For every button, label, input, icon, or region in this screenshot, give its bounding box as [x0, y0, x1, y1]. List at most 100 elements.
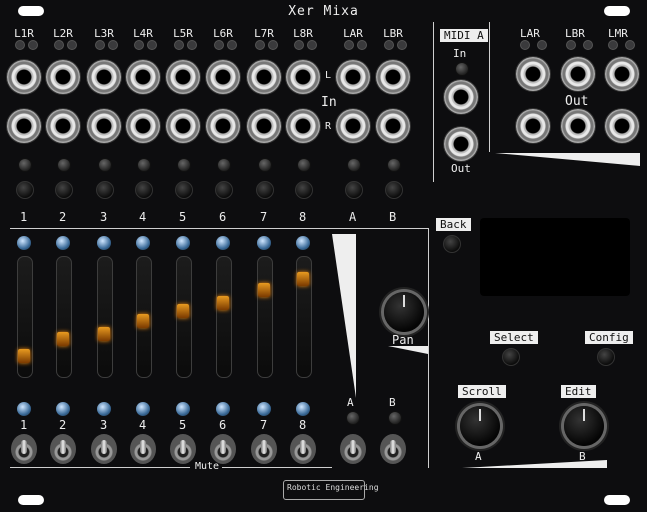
out-jack-m-right[interactable] [605, 109, 639, 143]
mount-slot-bottom-right [604, 495, 630, 505]
channel-button[interactable] [256, 181, 274, 199]
channel-led [387, 158, 401, 172]
input-jack-left[interactable] [166, 60, 200, 94]
edit-knob[interactable] [564, 406, 604, 446]
fader-cap[interactable] [98, 327, 110, 342]
globe-icon [257, 402, 271, 416]
scroll-knob[interactable] [460, 406, 500, 446]
mute-toggle[interactable] [11, 434, 37, 464]
inputs-label: In [321, 95, 337, 110]
input-jack-left[interactable] [286, 60, 320, 94]
input-jack-left[interactable] [247, 60, 281, 94]
channel-button[interactable] [55, 181, 73, 199]
channel-indicator-led [187, 40, 197, 50]
config-button[interactable] [597, 348, 615, 366]
fader-number: 2 [59, 418, 67, 432]
channel-number: 1 [20, 210, 28, 224]
channel-button[interactable] [215, 181, 233, 199]
pan-knob[interactable] [384, 292, 424, 332]
input-jack-right[interactable] [46, 109, 80, 143]
channel-button[interactable] [16, 181, 34, 199]
midi-in-label: In [453, 47, 467, 60]
channel-indicator-led [227, 40, 237, 50]
mute-toggle[interactable] [170, 434, 196, 464]
channel-label: L3R [94, 27, 114, 40]
out-jack-b-left[interactable] [561, 57, 595, 91]
fader-number: 7 [260, 418, 268, 432]
back-button[interactable] [443, 235, 461, 253]
fader-cap[interactable] [258, 282, 270, 297]
channel-fader[interactable] [56, 256, 72, 378]
toggle-lever [350, 440, 356, 454]
out-jack-a-right[interactable] [516, 109, 550, 143]
toggle-lever [60, 440, 66, 454]
input-jack-left[interactable] [376, 60, 410, 94]
divider [10, 228, 428, 229]
input-jack-right[interactable] [206, 109, 240, 143]
fader-cap[interactable] [177, 303, 189, 318]
mute-toggle[interactable] [130, 434, 156, 464]
input-jack-left[interactable] [206, 60, 240, 94]
globe-icon [176, 236, 190, 250]
channel-button[interactable] [385, 181, 403, 199]
globe-icon [56, 402, 70, 416]
input-jack-right[interactable] [247, 109, 281, 143]
channel-fader[interactable] [97, 256, 113, 378]
input-jack-right[interactable] [166, 109, 200, 143]
input-jack-right[interactable] [87, 109, 121, 143]
mute-toggle[interactable] [251, 434, 277, 464]
input-jack-left[interactable] [7, 60, 41, 94]
fader-cap[interactable] [57, 332, 69, 347]
out-jack-a-left[interactable] [516, 57, 550, 91]
input-jack-left[interactable] [46, 60, 80, 94]
mute-toggle[interactable] [340, 434, 366, 464]
select-button[interactable] [502, 348, 520, 366]
channel-number: 5 [179, 210, 187, 224]
channel-label: L6R [213, 27, 233, 40]
fader-cap[interactable] [18, 349, 30, 364]
mute-toggle[interactable] [210, 434, 236, 464]
midi-out-jack[interactable] [444, 127, 478, 161]
fader-cap[interactable] [137, 314, 149, 329]
toggle-lever [390, 440, 396, 454]
divider [489, 22, 490, 152]
out-jack-b-right[interactable] [561, 109, 595, 143]
channel-label: LAR [343, 27, 363, 40]
input-jack-right[interactable] [126, 109, 160, 143]
bus-label-b: B [389, 396, 396, 409]
fader-cap[interactable] [217, 296, 229, 311]
input-jack-right[interactable] [286, 109, 320, 143]
toggle-lever [180, 440, 186, 454]
out-label-lar: LAR [520, 27, 540, 40]
channel-button[interactable] [345, 181, 363, 199]
input-jack-right[interactable] [336, 109, 370, 143]
globe-icon [136, 236, 150, 250]
out-led [625, 40, 635, 50]
input-jack-left[interactable] [126, 60, 160, 94]
globe-icon [17, 402, 31, 416]
channel-button[interactable] [96, 181, 114, 199]
divider [222, 467, 332, 468]
mute-toggle[interactable] [290, 434, 316, 464]
bus-led-b [388, 411, 402, 425]
channel-fader[interactable] [216, 256, 232, 378]
globe-icon [296, 402, 310, 416]
mute-toggle[interactable] [91, 434, 117, 464]
mute-toggle[interactable] [380, 434, 406, 464]
channel-button[interactable] [135, 181, 153, 199]
channel-button[interactable] [175, 181, 193, 199]
mute-toggle[interactable] [50, 434, 76, 464]
channel-label: L4R [133, 27, 153, 40]
input-jack-left[interactable] [336, 60, 370, 94]
midi-in-jack[interactable] [444, 80, 478, 114]
fader-cap[interactable] [297, 271, 309, 286]
bus-label-a: A [347, 396, 354, 409]
input-jack-right[interactable] [376, 109, 410, 143]
pan-wedge [332, 234, 356, 398]
input-jack-right[interactable] [7, 109, 41, 143]
input-jack-left[interactable] [87, 60, 121, 94]
back-label: Back [436, 218, 471, 231]
channel-button[interactable] [295, 181, 313, 199]
out-jack-m-left[interactable] [605, 57, 639, 91]
channel-fader[interactable] [257, 256, 273, 378]
